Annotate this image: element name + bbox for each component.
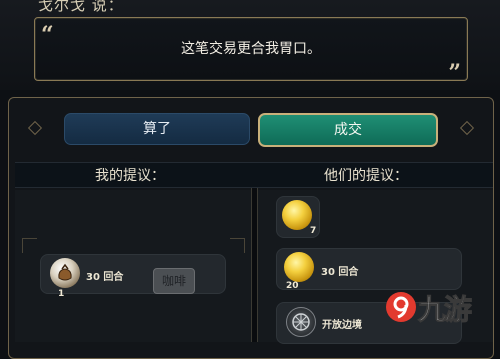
gold-per-turn-coin-icon: [284, 252, 314, 282]
watermark-text: 九游: [417, 293, 472, 327]
open-borders-label: 开放边境: [322, 320, 362, 331]
gold-coin-icon: [282, 200, 312, 230]
my-item-turns: 30 回合: [86, 272, 124, 283]
open-borders-icon: [286, 307, 316, 337]
offer-header-strip: [15, 162, 493, 188]
watermark-nine-glyph: [393, 296, 409, 319]
coffee-resource-button[interactable]: 咖啡: [153, 268, 195, 294]
watermark-logo-icon: [386, 292, 416, 322]
their-offer-title: 他们的提议：: [324, 168, 408, 184]
their-gold-count: 7: [310, 226, 317, 236]
pane-divider: [251, 188, 258, 342]
gate-icon: [292, 313, 310, 331]
cancel-button[interactable]: 算了: [64, 113, 250, 145]
close-quote-mark: ”: [448, 60, 461, 86]
accept-button[interactable]: 成交: [258, 113, 438, 147]
leader-message: 这笔交易更合我胃口。: [181, 41, 321, 57]
resource-sack-icon: [58, 263, 72, 281]
quote-box: “ 这笔交易更合我胃口。 ”: [34, 17, 468, 86]
speaker-label: 戈尔戈 说：: [38, 0, 124, 14]
luxury-resource-icon: [50, 258, 80, 288]
pane-corner-ornament-right: [230, 238, 245, 253]
their-gold-per-turn-count: 20: [286, 281, 299, 291]
my-item-count: 1: [58, 289, 65, 299]
pane-corner-ornament-left: [22, 238, 37, 253]
their-gold-per-turn-turns: 30 回合: [321, 267, 359, 278]
my-offer-title: 我的提议：: [95, 168, 165, 184]
